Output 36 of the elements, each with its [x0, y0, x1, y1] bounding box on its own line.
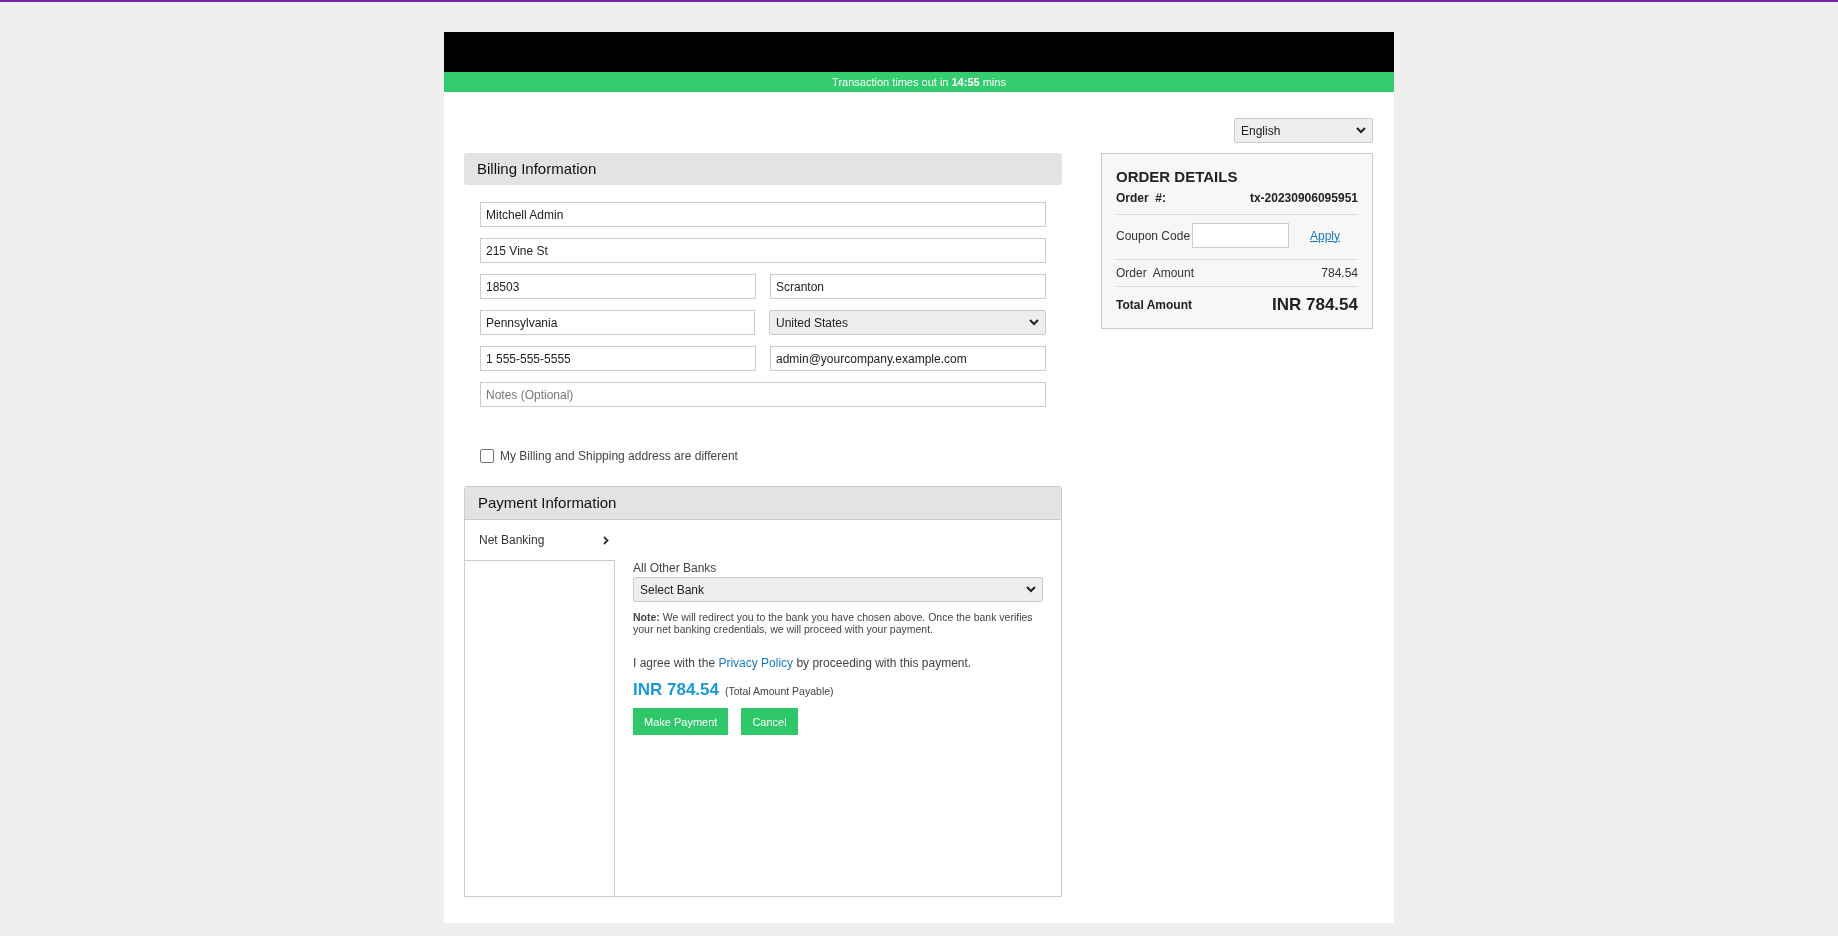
coupon-field[interactable] — [1192, 223, 1290, 248]
agreement-text: I agree with the Privacy Policy by proceeding with this payment. — [633, 656, 973, 670]
text-field[interactable]: admin@yourcompany.example.com — [770, 346, 1046, 371]
text-field[interactable]: Mitchell Admin — [480, 202, 1046, 227]
chevron-down-icon — [1029, 319, 1039, 326]
note-text: Note: We will redirect you to the bank you have chosen above. Once the bank verifies your net banking credentials, we will proceed with your payment. — [633, 611, 1034, 635]
order-amount: 784.54 — [1321, 266, 1358, 280]
country-select[interactable]: United States — [769, 310, 1046, 335]
total-amount: INR 784.54 — [1272, 295, 1358, 315]
amount-caption: (Total Amount Payable) — [725, 685, 834, 697]
checkbox-label: My Billing and Shipping address are different — [500, 449, 738, 463]
order-title: ORDER DETAILS — [1116, 168, 1239, 185]
chevron-right-icon — [603, 535, 609, 545]
coupon-label: Coupon Code — [1116, 228, 1191, 243]
order-number: tx-20230906095951 — [1249, 191, 1358, 205]
section-header: Billing Information — [464, 153, 1062, 185]
text-field[interactable]: Pennsylvania — [480, 310, 755, 335]
text-field[interactable]: 1 555-555-5555 — [480, 346, 756, 371]
language-select[interactable]: English — [1234, 118, 1373, 143]
bank-select[interactable]: Select Bank — [633, 577, 1043, 602]
text-field[interactable]: Notes (Optional) — [480, 382, 1046, 407]
text-field[interactable]: Scranton — [770, 274, 1046, 299]
payable-amount: INR 784.54 — [633, 680, 719, 700]
order-amount-label: Order Amount — [1116, 266, 1195, 280]
bank-label: All Other Banks — [633, 561, 718, 575]
text-field[interactable]: 215 Vine St — [480, 238, 1046, 263]
order-number-label: Order #: — [1116, 191, 1166, 205]
privacy-policy-link[interactable]: Privacy Policy — [718, 656, 794, 670]
total-amount-label: Total Amount — [1116, 298, 1192, 312]
chevron-down-icon — [1356, 127, 1366, 134]
timeout-banner: Transaction times out in 14:55 mins — [444, 72, 1394, 92]
text-field[interactable]: 18503 — [480, 274, 756, 299]
checkbox[interactable] — [480, 449, 494, 463]
apply-link[interactable]: Apply — [1309, 228, 1340, 243]
section-header: Payment Information — [465, 487, 1061, 520]
chevron-down-icon — [1026, 586, 1036, 593]
